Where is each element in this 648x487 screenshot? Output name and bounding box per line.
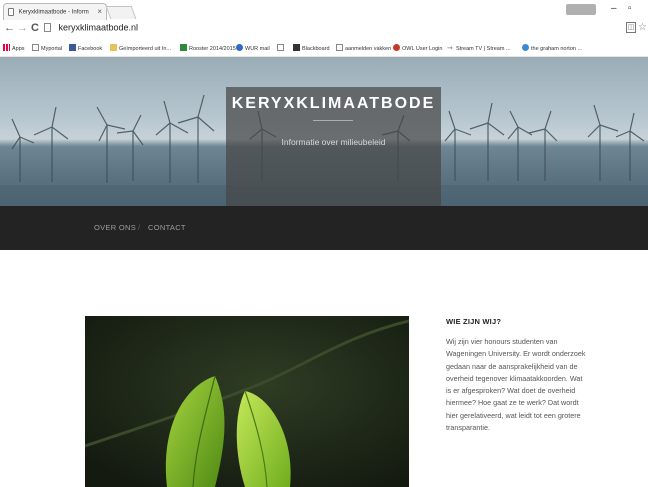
- address-bar[interactable]: keryxklimaatbode.nl: [44, 22, 640, 36]
- site-tagline: Informatie over milieubeleid: [281, 137, 386, 147]
- url-text: keryxklimaatbode.nl: [58, 22, 139, 33]
- bookmarks-bar: Apps Myportal Facebook Geïmporteerd uit …: [0, 39, 648, 57]
- page-icon: [44, 23, 51, 33]
- maximize-icon[interactable]: ▫: [628, 3, 632, 14]
- forward-button[interactable]: →: [17, 22, 28, 34]
- tab-title: Keryxklimaatbode - Inform: [18, 9, 89, 16]
- bookmark-stream-tv[interactable]: ⇝ Stream TV | Stream ...: [447, 44, 511, 52]
- bookmark-aanmelden[interactable]: aanmelden vakken: [336, 44, 391, 52]
- rooster-icon: [180, 44, 187, 51]
- hero-header-image: KERYXKLIMAATBODE Informatie over milieub…: [0, 57, 648, 206]
- close-tab-icon[interactable]: ×: [97, 7, 102, 16]
- globe-icon: [522, 44, 529, 51]
- stream-icon: ⇝: [447, 45, 453, 52]
- leaf-photo: [85, 316, 409, 487]
- bookmark-blank[interactable]: [277, 44, 286, 52]
- page-icon: [336, 44, 343, 51]
- blackboard-icon: [293, 44, 300, 51]
- facebook-icon: [69, 44, 76, 51]
- page-icon: [32, 44, 39, 51]
- bookmark-blackboard[interactable]: Blackboard: [293, 44, 330, 52]
- browser-tab[interactable]: Keryxklimaatbode - Inform ×: [3, 3, 107, 20]
- tab-strip: Keryxklimaatbode - Inform × – ▫: [0, 0, 648, 20]
- extension-icon[interactable]: ◫: [626, 22, 636, 33]
- minimize-icon[interactable]: –: [611, 3, 617, 14]
- bookmark-myportal[interactable]: Myportal: [32, 44, 62, 52]
- site-branding: KERYXKLIMAATBODE Informatie over milieub…: [226, 87, 441, 206]
- sidebar-text: Wij zijn vier honours studenten van Wage…: [446, 337, 586, 433]
- wur-icon: [236, 44, 243, 51]
- bookmark-rooster[interactable]: Rooster 2014/2015: [180, 44, 236, 52]
- page-icon: [8, 8, 14, 16]
- new-tab-button[interactable]: [105, 6, 137, 19]
- site-navbar: OVER ONS / CONTACT: [0, 206, 648, 250]
- page-icon: [277, 44, 284, 51]
- bookmark-star-icon[interactable]: ☆: [638, 22, 647, 33]
- folder-icon: [110, 44, 117, 51]
- nav-over-ons[interactable]: OVER ONS: [94, 223, 136, 232]
- bookmark-imported[interactable]: Geïmporteerd uit In...: [110, 44, 171, 52]
- browser-toolbar: ← → C keryxklimaatbode.nl ◫ ☆: [0, 20, 648, 39]
- title-divider: [313, 120, 353, 121]
- owl-icon: [393, 44, 400, 51]
- reload-button[interactable]: C: [31, 22, 39, 34]
- apps-grid-icon: [3, 44, 10, 51]
- back-button[interactable]: ←: [4, 22, 15, 34]
- bookmark-wur-mail[interactable]: WUR mail: [236, 44, 270, 52]
- user-profile-badge[interactable]: [566, 4, 596, 15]
- nav-separator: /: [138, 223, 141, 232]
- site-title[interactable]: KERYXKLIMAATBODE: [226, 95, 441, 113]
- bookmark-facebook[interactable]: Facebook: [69, 44, 102, 52]
- bookmark-apps[interactable]: Apps: [3, 44, 25, 52]
- leaf-illustration: [85, 316, 409, 487]
- sidebar-heading: WIE ZIJN WIJ?: [446, 317, 502, 326]
- bookmark-graham-norton[interactable]: the graham norton ...: [522, 44, 582, 52]
- nav-contact[interactable]: CONTACT: [148, 223, 186, 232]
- bookmark-owl[interactable]: OWL User Login: [393, 44, 442, 52]
